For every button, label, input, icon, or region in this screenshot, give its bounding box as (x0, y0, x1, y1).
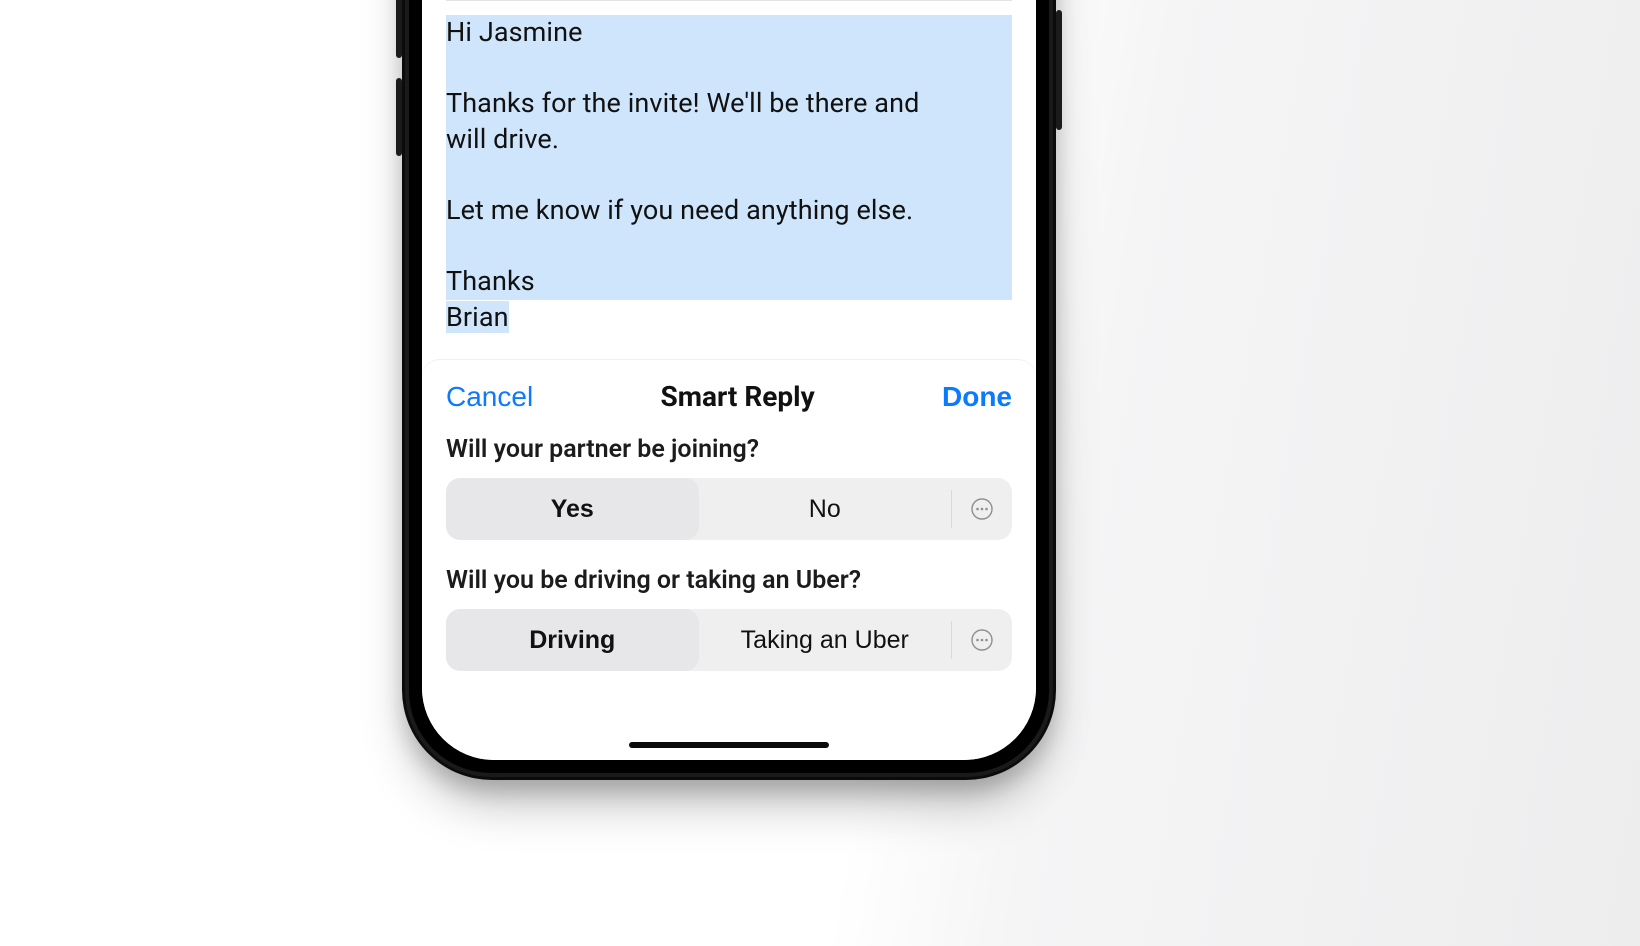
question-block: Will you be driving or taking an Uber? D… (446, 566, 1012, 671)
segmented-control: Yes No (446, 478, 1012, 540)
email-signature-name: Brian (446, 301, 509, 333)
phone-screen: Hi Jasmine Thanks for the invite! We'll … (422, 0, 1036, 760)
smart-reply-sheet: Cancel Smart Reply Done Will your partne… (422, 360, 1036, 760)
done-button[interactable]: Done (942, 381, 1012, 413)
side-button (1056, 10, 1062, 130)
volume-up-button (396, 0, 402, 58)
email-line: Hi Jasmine (446, 15, 1012, 51)
ellipsis-circle-icon (970, 497, 994, 521)
segment-option-driving[interactable]: Driving (446, 609, 699, 671)
email-line: will drive. (446, 122, 1012, 158)
question-prompt: Will your partner be joining? (446, 435, 1012, 464)
email-blank (446, 158, 1012, 194)
email-compose-area[interactable]: Hi Jasmine Thanks for the invite! We'll … (422, 0, 1036, 336)
email-blank (446, 51, 1012, 87)
question-prompt: Will you be driving or taking an Uber? (446, 566, 1012, 595)
phone-frame: Hi Jasmine Thanks for the invite! We'll … (402, 0, 1056, 780)
ellipsis-circle-icon (970, 628, 994, 652)
sheet-title: Smart Reply (661, 380, 815, 413)
more-options-button[interactable] (952, 478, 1012, 540)
segment-option-no[interactable]: No (699, 478, 952, 540)
cancel-button[interactable]: Cancel (446, 381, 533, 413)
header-divider (446, 0, 1012, 1)
email-line: Thanks (446, 264, 1012, 300)
segmented-control: Driving Taking an Uber (446, 609, 1012, 671)
home-indicator[interactable] (629, 742, 829, 748)
email-line: Let me know if you need anything else. (446, 193, 1012, 229)
sheet-header: Cancel Smart Reply Done (446, 380, 1012, 413)
more-options-button[interactable] (952, 609, 1012, 671)
question-block: Will your partner be joining? Yes No (446, 435, 1012, 540)
segment-option-uber[interactable]: Taking an Uber (699, 609, 952, 671)
segment-option-yes[interactable]: Yes (446, 478, 699, 540)
volume-down-button (396, 78, 402, 156)
email-line: Thanks for the invite! We'll be there an… (446, 86, 1012, 122)
email-body-text[interactable]: Hi Jasmine Thanks for the invite! We'll … (446, 15, 1012, 336)
email-blank (446, 229, 1012, 265)
